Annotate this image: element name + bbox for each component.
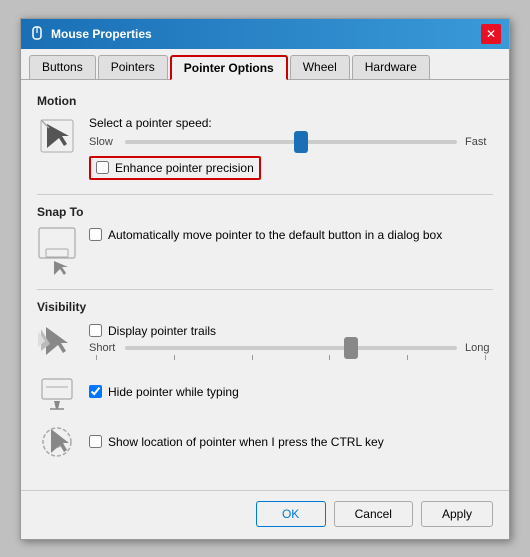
- tabs-bar: Buttons Pointers Pointer Options Wheel H…: [21, 49, 509, 80]
- snap-icon-svg: [38, 227, 76, 275]
- trail-controls: Display pointer trails Short Long: [89, 324, 493, 360]
- speed-slider-track[interactable]: [125, 140, 457, 144]
- tick-5: [407, 355, 408, 360]
- hide-icon: [37, 372, 77, 412]
- trail-checkbox[interactable]: [89, 324, 102, 337]
- trail-icon: [37, 322, 77, 362]
- locate-row: Show location of pointer when I press th…: [37, 422, 493, 462]
- pointer-speed-icon: [39, 118, 75, 154]
- button-bar: OK Cancel Apply: [21, 490, 509, 539]
- tick-6: [485, 355, 486, 360]
- tick-3: [252, 355, 253, 360]
- hide-row: Hide pointer while typing: [37, 372, 493, 412]
- auto-move-label[interactable]: Automatically move pointer to the defaul…: [108, 227, 442, 244]
- speed-slider-row: Slow Fast: [89, 136, 493, 148]
- locate-icon: [37, 422, 77, 462]
- cancel-button[interactable]: Cancel: [334, 501, 413, 527]
- auto-move-row: Automatically move pointer to the defaul…: [89, 227, 493, 244]
- mouse-properties-dialog: Mouse Properties ✕ Buttons Pointers Poin…: [20, 18, 510, 540]
- trail-slider-track[interactable]: [125, 346, 457, 350]
- motion-controls: Select a pointer speed: Slow Fast Enhanc…: [89, 116, 493, 180]
- tab-pointers[interactable]: Pointers: [98, 55, 168, 79]
- title-bar: Mouse Properties ✕: [21, 19, 509, 49]
- hide-label[interactable]: Hide pointer while typing: [108, 385, 239, 399]
- snap-to-section: Snap To Automatically move pointer to th…: [37, 205, 493, 275]
- divider-1: [37, 194, 493, 195]
- tick-marks: [89, 355, 493, 360]
- trail-row: Display pointer trails Short Long: [37, 322, 493, 362]
- tab-buttons[interactable]: Buttons: [29, 55, 96, 79]
- enhance-precision-row: Enhance pointer precision: [89, 156, 261, 180]
- visibility-title: Visibility: [37, 300, 493, 314]
- trail-checkbox-row: Display pointer trails: [89, 324, 493, 338]
- tick-4: [329, 355, 330, 360]
- tab-wheel[interactable]: Wheel: [290, 55, 350, 79]
- motion-body: Select a pointer speed: Slow Fast Enhanc…: [37, 116, 493, 180]
- locate-controls: Show location of pointer when I press th…: [89, 435, 493, 449]
- close-button[interactable]: ✕: [481, 24, 501, 44]
- hide-icon-svg: [38, 373, 76, 411]
- slow-label: Slow: [89, 136, 117, 148]
- snap-to-icon: [37, 227, 77, 275]
- motion-section: Motion Select a pointer speed: Slow: [37, 94, 493, 180]
- snap-controls: Automatically move pointer to the defaul…: [89, 227, 493, 244]
- trail-slider-row: Short Long: [89, 342, 493, 354]
- tab-hardware[interactable]: Hardware: [352, 55, 430, 79]
- hide-checkbox-row: Hide pointer while typing: [89, 385, 493, 399]
- motion-title: Motion: [37, 94, 493, 108]
- tick-2: [174, 355, 175, 360]
- visibility-section: Visibility Display pointer trails: [37, 300, 493, 462]
- auto-move-checkbox[interactable]: [89, 228, 102, 241]
- trail-slider-thumb[interactable]: [344, 337, 358, 359]
- speed-slider-thumb[interactable]: [294, 131, 308, 153]
- locate-checkbox-row: Show location of pointer when I press th…: [89, 435, 493, 449]
- apply-button[interactable]: Apply: [421, 501, 493, 527]
- divider-2: [37, 289, 493, 290]
- speed-label: Select a pointer speed:: [89, 116, 493, 130]
- enhance-precision-label[interactable]: Enhance pointer precision: [115, 161, 254, 175]
- hide-controls: Hide pointer while typing: [89, 385, 493, 399]
- content-area: Motion Select a pointer speed: Slow: [21, 80, 509, 490]
- snap-to-title: Snap To: [37, 205, 493, 219]
- tab-pointer-options[interactable]: Pointer Options: [170, 55, 288, 80]
- locate-label[interactable]: Show location of pointer when I press th…: [108, 435, 384, 449]
- snap-to-body: Automatically move pointer to the defaul…: [37, 227, 493, 275]
- enhance-precision-checkbox[interactable]: [96, 161, 109, 174]
- window-title: Mouse Properties: [51, 27, 152, 41]
- locate-icon-svg: [38, 423, 76, 461]
- motion-icon: [37, 116, 77, 156]
- locate-checkbox[interactable]: [89, 435, 102, 448]
- fast-label: Fast: [465, 136, 493, 148]
- tick-1: [96, 355, 97, 360]
- long-label: Long: [465, 342, 493, 354]
- short-label: Short: [89, 342, 117, 354]
- trail-label[interactable]: Display pointer trails: [108, 324, 216, 338]
- mouse-icon: [29, 26, 45, 42]
- ok-button[interactable]: OK: [256, 501, 326, 527]
- title-bar-left: Mouse Properties: [29, 26, 152, 42]
- hide-checkbox[interactable]: [89, 385, 102, 398]
- trail-icon-svg: [38, 323, 76, 361]
- slider-fill: [125, 140, 308, 144]
